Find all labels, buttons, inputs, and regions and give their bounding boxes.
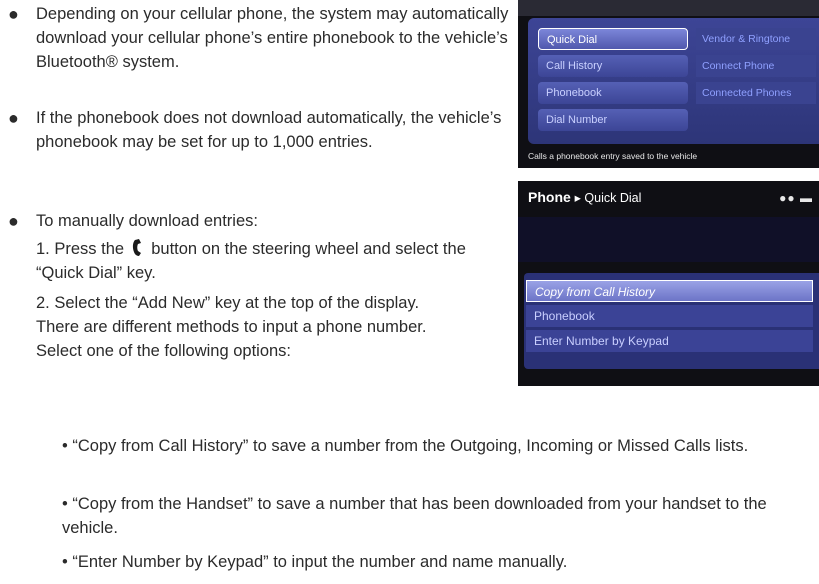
bullet-dot: ● [8, 4, 19, 24]
connect-phone-key[interactable]: Connect Phone [696, 55, 816, 77]
step-2: 2. Select the “Add New” key at the top o… [36, 294, 427, 360]
phonebook-key[interactable]: Phonebook [538, 82, 688, 104]
status-line: Calls a phonebook entry saved to the veh… [528, 151, 698, 161]
option-handset: • “Copy from the Handset” to save a numb… [62, 495, 767, 537]
screen-title: Phone ▸ Quick Dial [528, 189, 642, 205]
phonebook-option[interactable]: Phonebook [526, 305, 813, 327]
breadcrumb: ▸ Quick Dial [574, 191, 642, 205]
vendor-ringtone-key[interactable]: Vendor & Ringtone [696, 28, 816, 50]
option-call-history: • “Copy from Call History” to save a num… [62, 437, 749, 455]
connected-phones-key[interactable]: Connected Phones [696, 82, 816, 104]
step-1: 1. Press the button on the steering whee… [36, 239, 466, 282]
copy-from-call-history-option[interactable]: Copy from Call History [526, 280, 813, 302]
call-history-key[interactable]: Call History [538, 55, 688, 77]
phone-handset-icon [132, 239, 141, 256]
phone-menu-screen: Quick Dial Call History Phonebook Dial N… [518, 0, 819, 168]
signal-battery-icon: ●● ▬ [779, 191, 813, 205]
screen-header-bar [518, 0, 819, 16]
quick-dial-key[interactable]: Quick Dial [538, 28, 688, 50]
bullet-dot: ● [8, 211, 19, 231]
bullet-auto-download: ● Depending on your cellular phone, the … [8, 4, 509, 71]
bullet-phonebook-limit: ● If the phonebook does not download aut… [8, 108, 502, 151]
dial-number-key[interactable]: Dial Number [538, 109, 688, 131]
bullet-dot: ● [8, 108, 19, 128]
option-keypad: • “Enter Number by Keypad” to input the … [62, 553, 568, 571]
screen-band [518, 217, 819, 262]
quick-dial-screen: Phone ▸ Quick Dial ●● ▬ Copy from Call H… [518, 181, 819, 386]
enter-number-by-keypad-option[interactable]: Enter Number by Keypad [526, 330, 813, 352]
bullet-manual-download: ● To manually download entries: [8, 211, 258, 231]
